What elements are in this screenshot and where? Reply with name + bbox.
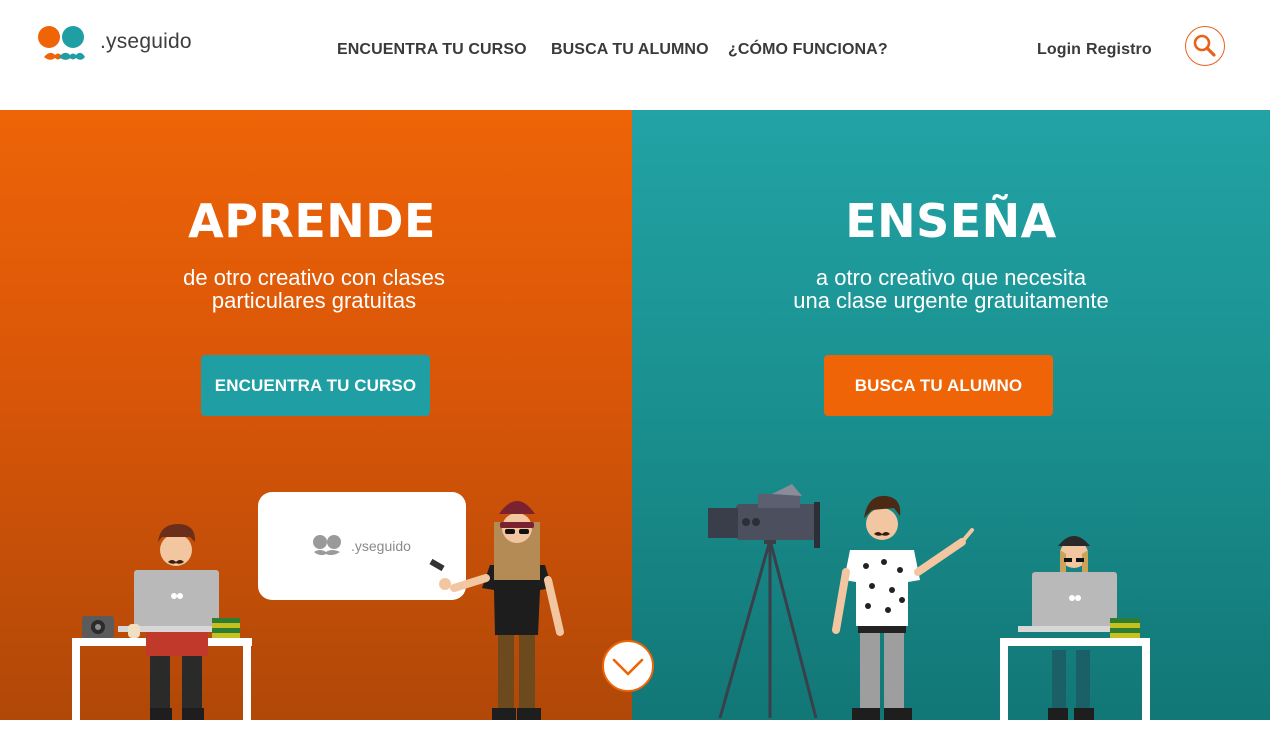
presenter-illustration <box>832 495 974 720</box>
nav-como-funciona[interactable]: ¿CÓMO FUNCIONA? <box>728 41 888 59</box>
nav-busca-tu-alumno[interactable]: BUSCA TU ALUMNO <box>551 41 709 59</box>
login-link[interactable]: Login <box>1037 41 1081 59</box>
logo-text: .yseguido <box>100 30 192 53</box>
search-button[interactable] <box>1185 26 1225 66</box>
books-illustration-right <box>1110 618 1140 638</box>
search-icon <box>1193 34 1216 57</box>
teach-panel: ENSEÑA a otro creativo que necesita una … <box>632 110 1270 720</box>
scroll-down-button[interactable] <box>602 640 654 692</box>
learn-panel: APRENDE de otro creativo con clases part… <box>0 110 632 720</box>
camera-illustration <box>82 616 140 638</box>
video-camera-illustration <box>708 484 820 719</box>
whiteboard-illustration: .yseguido <box>258 492 466 600</box>
desk-illustration-right <box>1000 638 1150 720</box>
teach-illustration <box>708 484 1150 720</box>
site-header: .yseguido ENCUENTRA TU CURSO BUSCA TU AL… <box>0 0 1270 110</box>
chevron-down-icon <box>612 658 644 676</box>
whiteboard-logo-text: .yseguido <box>351 538 411 554</box>
books-illustration <box>212 618 240 638</box>
learn-illustration: .yseguido <box>72 492 564 720</box>
nav-encuentra-tu-curso[interactable]: ENCUENTRA TU CURSO <box>337 41 527 59</box>
site-logo[interactable]: .yseguido <box>38 24 198 68</box>
logo-mark-icon <box>38 26 85 60</box>
register-link[interactable]: Registro <box>1086 41 1152 59</box>
